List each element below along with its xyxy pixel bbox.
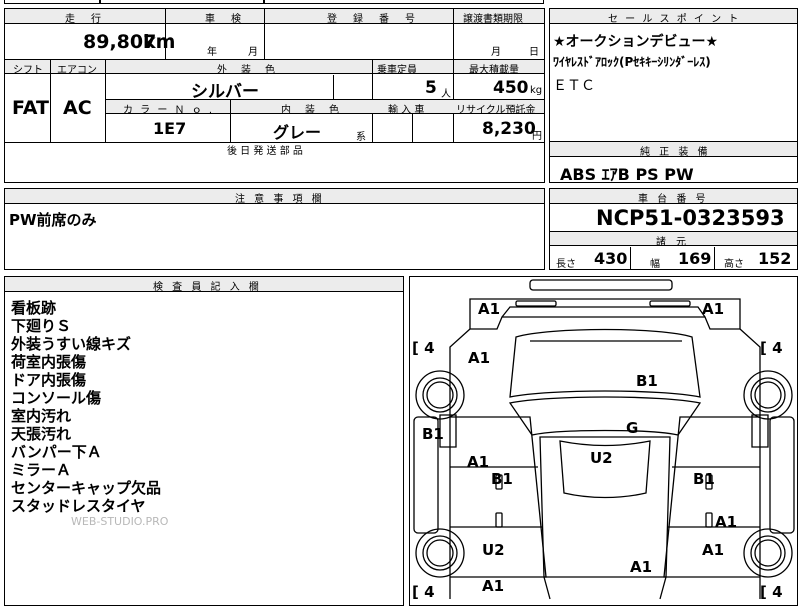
color-no-value: 1E7	[153, 119, 187, 138]
length-label: 長さ	[556, 259, 576, 270]
inspection-header: 車 検	[205, 14, 244, 25]
tire-bot-right: [ 4	[760, 583, 783, 601]
registration-header: 登 録 番 号	[327, 14, 418, 25]
import-header: 輸 入 車	[388, 105, 425, 116]
aircon-header: エアコン	[57, 65, 97, 76]
notes-box: 注 意 事 項 欄 PW前席のみ	[4, 188, 545, 270]
inspector-list: 看板跡 下廻りＳ 外装うすい線キズ 荷室内張傷 ドア内張傷 コンソール傷 室内汚…	[11, 299, 161, 515]
transfer-month: 月	[491, 47, 501, 58]
inspector-box: 検 査 員 記 入 欄 看板跡 下廻りＳ 外装うすい線キズ 荷室内張傷 ドア内張…	[4, 276, 404, 606]
damage-label: A1	[468, 349, 491, 367]
damage-label: A1	[482, 577, 505, 595]
recycle-value: 8,230	[482, 119, 536, 139]
inspector-item: 看板跡	[11, 299, 57, 317]
specs-header: 諸 元	[656, 237, 686, 248]
width-value: 169	[678, 249, 712, 268]
chassis-box: 車 台 番 号 NCP51-0323593 諸 元 長さ 430 幅 169 高…	[549, 188, 798, 270]
inspector-item: コンソール傷	[11, 389, 102, 407]
damage-label: A1	[702, 541, 725, 559]
interior-color-header: 内 装 色	[281, 105, 341, 116]
notes-value: PW前席のみ	[9, 211, 97, 229]
height-label: 高さ	[724, 259, 744, 270]
transfer-header: 譲渡書類期限	[463, 14, 523, 25]
inspection-year: 年	[207, 47, 217, 58]
damage-label: U2	[482, 541, 505, 559]
sales-point-2: ﾜｲﾔﾚｽﾄﾞｱﾛｯｸ(Pｾｷｷｰｼﾘﾝﾀﾞｰﾚｽ)	[553, 55, 711, 69]
inspection-month: 月	[248, 47, 258, 58]
shift-header: シフト	[13, 65, 43, 76]
watermark: WEB-STUDIO.PRO	[71, 515, 169, 528]
tire-top-right: [ 4	[760, 339, 783, 357]
top-strip-mid	[100, 0, 264, 4]
tire-top-left: [ 4	[412, 339, 435, 357]
sales-points-box: セ ー ル ス ポ イ ン ト ★オークションデビュー★ ﾜｲﾔﾚｽﾄﾞｱﾛｯｸ…	[549, 8, 798, 142]
max-load-header: 最大積載量	[469, 65, 519, 76]
recycle-header: リサイクル預託金	[456, 105, 536, 116]
vehicle-info-table: 走 行 車 検 登 録 番 号 譲渡書類期限 89,807 km 年 月 月 日…	[4, 8, 545, 157]
inspector-item: ドア内張傷	[11, 371, 87, 389]
sales-points-header: セ ー ル ス ポ イ ン ト	[608, 14, 741, 25]
mileage-header: 走 行	[65, 14, 104, 25]
inspector-item: 室内汚れ	[11, 407, 72, 425]
damage-label: A1	[467, 453, 490, 471]
max-load-unit: kg	[530, 85, 543, 96]
chassis-header: 車 台 番 号	[638, 194, 709, 205]
damage-label: B1	[491, 470, 513, 488]
damage-label: A1	[715, 513, 738, 531]
damage-label: B1	[422, 425, 444, 443]
top-strip-left	[4, 0, 100, 4]
genuine-equipment-box: 純 正 装 備 ABS ｴｱB PS PW	[549, 141, 798, 184]
notes-header: 注 意 事 項 欄	[235, 194, 325, 205]
sales-point-3: ＥＴＣ	[553, 78, 595, 94]
interior-color-value: グレー	[273, 123, 322, 142]
interior-suffix: 系	[356, 132, 366, 143]
capacity-value: 5	[425, 78, 437, 98]
inspector-item: センターキャップ欠品	[11, 479, 162, 497]
damage-label: A1	[630, 558, 653, 576]
capacity-header: 乗車定員	[377, 65, 417, 76]
shift-value: FAT	[12, 97, 49, 119]
length-value: 430	[594, 249, 628, 268]
genuine-equipment-header: 純 正 装 備	[640, 147, 711, 158]
later-parts-area	[4, 155, 545, 183]
top-strip-right	[264, 0, 544, 4]
color-no-header: カ ラ ー Ｎ ｏ .	[123, 105, 215, 116]
capacity-unit: 人	[441, 89, 451, 100]
inspector-item: ミラーＡ	[11, 461, 72, 479]
aircon-value: AC	[63, 97, 92, 119]
car-diagram-box: [ 4 [ 4 [ 4 [ 4 A1 A1 A1 B1 B1 G U2 A1 B…	[409, 276, 798, 606]
damage-label: A1	[478, 300, 501, 318]
damage-label: G	[626, 419, 639, 437]
height-value: 152	[758, 249, 792, 268]
inspector-item: 外装うすい線キズ	[11, 335, 132, 353]
max-load-value: 450	[493, 78, 529, 98]
exterior-color-header: 外 装 色	[217, 65, 277, 76]
sales-point-1: ★オークションデビュー★	[553, 34, 719, 50]
inspector-item: スタッドレスタイヤ	[11, 497, 146, 515]
car-diagram	[413, 279, 795, 600]
inspector-item: 下廻りＳ	[11, 317, 72, 335]
inspector-header: 検 査 員 記 入 欄	[153, 282, 262, 293]
width-label: 幅	[650, 259, 660, 270]
genuine-equipment-value: ABS ｴｱB PS PW	[560, 165, 694, 184]
chassis-value: NCP51-0323593	[596, 206, 785, 230]
inspector-item: 荷室内張傷	[11, 353, 87, 371]
inspector-item: 天張汚れ	[11, 425, 72, 443]
tire-bot-left: [ 4	[412, 583, 435, 601]
inspector-item: バンパー下Ａ	[11, 443, 102, 461]
recycle-unit: 円	[532, 131, 542, 142]
damage-label: A1	[702, 300, 725, 318]
damage-label: U2	[590, 449, 613, 467]
transfer-day: 日	[529, 47, 539, 58]
damage-label: B1	[636, 372, 658, 390]
damage-label: B1	[693, 470, 715, 488]
mileage-unit: km	[143, 31, 176, 53]
